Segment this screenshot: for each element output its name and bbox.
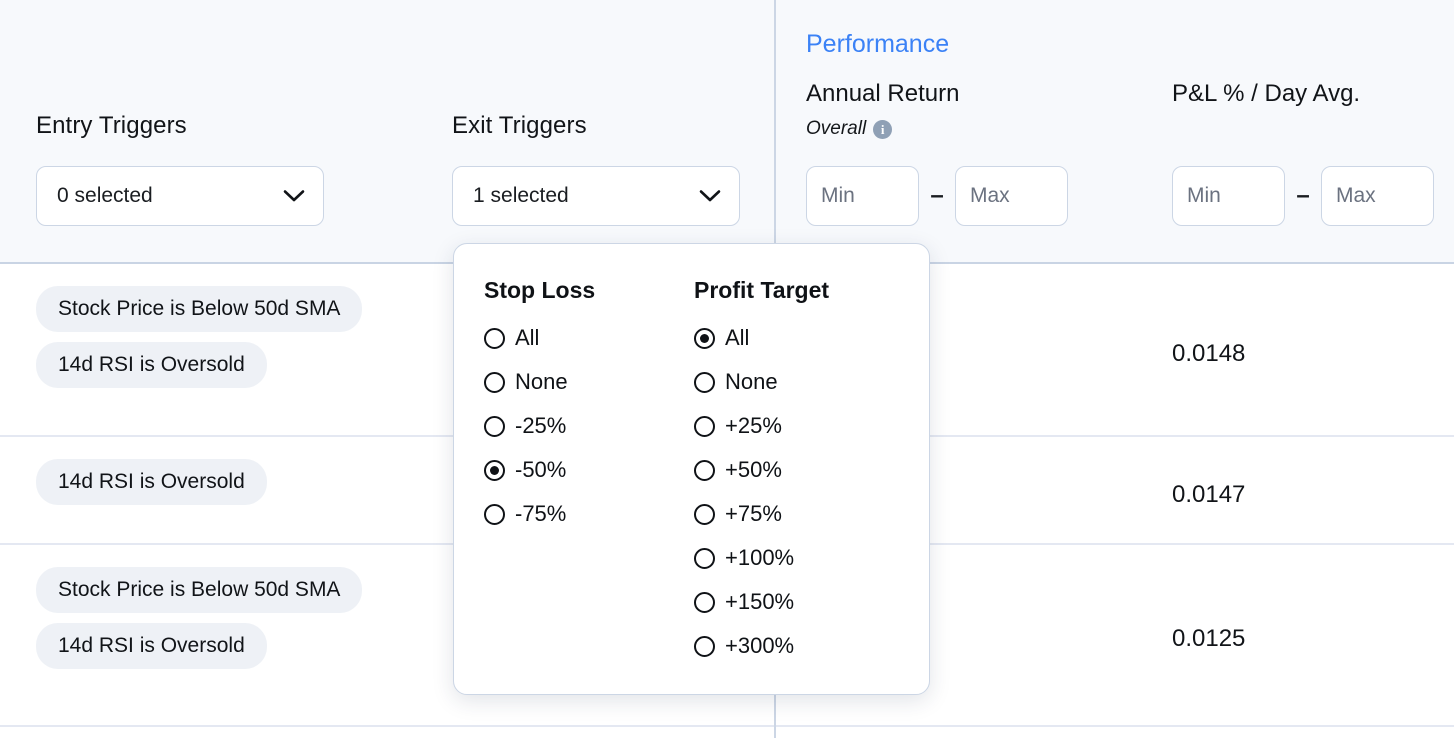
exit-triggers-label: Exit Triggers bbox=[452, 112, 587, 140]
trigger-tag: Stock Price is Below 50d SMA bbox=[36, 567, 362, 613]
radio-icon bbox=[694, 548, 715, 569]
radio-label: -50% bbox=[515, 457, 566, 483]
dropdown-column-profit-target: Profit Target All None +25% +50% +75% bbox=[694, 277, 829, 668]
radio-icon bbox=[694, 372, 715, 393]
trigger-tag: Stock Price is Below 50d SMA bbox=[36, 286, 362, 332]
annual-return-range: – bbox=[806, 166, 1068, 226]
trigger-tag: 14d RSI is Oversold bbox=[36, 342, 267, 388]
stop-loss-option-none[interactable]: None bbox=[484, 360, 595, 404]
chevron-down-icon bbox=[283, 189, 305, 203]
table-row-partial[interactable] bbox=[0, 727, 1454, 738]
profit-target-option-plus-50[interactable]: +50% bbox=[694, 448, 829, 492]
radio-label: +25% bbox=[725, 413, 782, 439]
radio-label: -75% bbox=[515, 501, 566, 527]
annual-return-subtitle: Overall i bbox=[806, 118, 892, 140]
radio-icon bbox=[694, 504, 715, 525]
stop-loss-option-all[interactable]: All bbox=[484, 316, 595, 360]
stop-loss-heading: Stop Loss bbox=[484, 277, 595, 304]
radio-icon bbox=[484, 372, 505, 393]
pnl-day-avg-label: P&L % / Day Avg. bbox=[1172, 80, 1360, 108]
screener-panel: Entry Triggers 0 selected Exit Triggers … bbox=[0, 0, 1454, 738]
pnl-day-avg-value: 0.0125 bbox=[1172, 625, 1245, 653]
exit-triggers-dropdown-panel: Stop Loss All None -25% -50% -75% bbox=[453, 243, 930, 695]
annual-return-max-input[interactable] bbox=[955, 166, 1068, 226]
stop-loss-option-minus-50[interactable]: -50% bbox=[484, 448, 595, 492]
exit-triggers-select[interactable]: 1 selected bbox=[452, 166, 740, 226]
radio-icon bbox=[694, 592, 715, 613]
radio-label: All bbox=[515, 325, 539, 351]
performance-group-label: Performance bbox=[806, 30, 949, 59]
radio-label: +75% bbox=[725, 501, 782, 527]
radio-icon bbox=[694, 416, 715, 437]
radio-icon-selected bbox=[484, 460, 505, 481]
radio-icon bbox=[694, 636, 715, 657]
trigger-tag: 14d RSI is Oversold bbox=[36, 459, 267, 505]
radio-icon-selected bbox=[694, 328, 715, 349]
radio-icon bbox=[484, 416, 505, 437]
entry-triggers-select-value: 0 selected bbox=[57, 184, 153, 208]
radio-label: +300% bbox=[725, 633, 794, 659]
profit-target-option-plus-75[interactable]: +75% bbox=[694, 492, 829, 536]
trigger-tag-list: Stock Price is Below 50d SMA 14d RSI is … bbox=[36, 286, 362, 388]
profit-target-heading: Profit Target bbox=[694, 277, 829, 304]
profit-target-option-plus-300[interactable]: +300% bbox=[694, 624, 829, 668]
pnl-day-avg-range-separator: – bbox=[1285, 184, 1321, 208]
pnl-day-avg-range: – bbox=[1172, 166, 1434, 226]
stop-loss-option-minus-75[interactable]: -75% bbox=[484, 492, 595, 536]
annual-return-subtitle-text: Overall bbox=[806, 118, 866, 140]
radio-label: +50% bbox=[725, 457, 782, 483]
radio-label: +150% bbox=[725, 589, 794, 615]
trigger-tag: 14d RSI is Oversold bbox=[36, 623, 267, 669]
exit-triggers-select-value: 1 selected bbox=[473, 184, 569, 208]
annual-return-min-input[interactable] bbox=[806, 166, 919, 226]
stop-loss-option-minus-25[interactable]: -25% bbox=[484, 404, 595, 448]
profit-target-option-all[interactable]: All bbox=[694, 316, 829, 360]
entry-triggers-label: Entry Triggers bbox=[36, 112, 187, 140]
pnl-day-avg-value: 0.0148 bbox=[1172, 340, 1245, 368]
radio-label: +100% bbox=[725, 545, 794, 571]
profit-target-option-plus-150[interactable]: +150% bbox=[694, 580, 829, 624]
profit-target-option-plus-25[interactable]: +25% bbox=[694, 404, 829, 448]
dropdown-column-stop-loss: Stop Loss All None -25% -50% -75% bbox=[484, 277, 595, 536]
info-icon[interactable]: i bbox=[873, 120, 892, 139]
annual-return-label: Annual Return bbox=[806, 80, 959, 108]
radio-label: None bbox=[725, 369, 778, 395]
pnl-day-avg-min-input[interactable] bbox=[1172, 166, 1285, 226]
profit-target-option-plus-100[interactable]: +100% bbox=[694, 536, 829, 580]
radio-label: -25% bbox=[515, 413, 566, 439]
radio-icon bbox=[484, 504, 505, 525]
radio-icon bbox=[694, 460, 715, 481]
pnl-day-avg-value: 0.0147 bbox=[1172, 481, 1245, 509]
trigger-tag-list: 14d RSI is Oversold bbox=[36, 459, 267, 505]
entry-triggers-select[interactable]: 0 selected bbox=[36, 166, 324, 226]
radio-label: None bbox=[515, 369, 568, 395]
annual-return-range-separator: – bbox=[919, 184, 955, 208]
profit-target-option-none[interactable]: None bbox=[694, 360, 829, 404]
radio-label: All bbox=[725, 325, 749, 351]
radio-icon bbox=[484, 328, 505, 349]
chevron-down-icon bbox=[699, 189, 721, 203]
pnl-day-avg-max-input[interactable] bbox=[1321, 166, 1434, 226]
trigger-tag-list: Stock Price is Below 50d SMA 14d RSI is … bbox=[36, 567, 362, 669]
